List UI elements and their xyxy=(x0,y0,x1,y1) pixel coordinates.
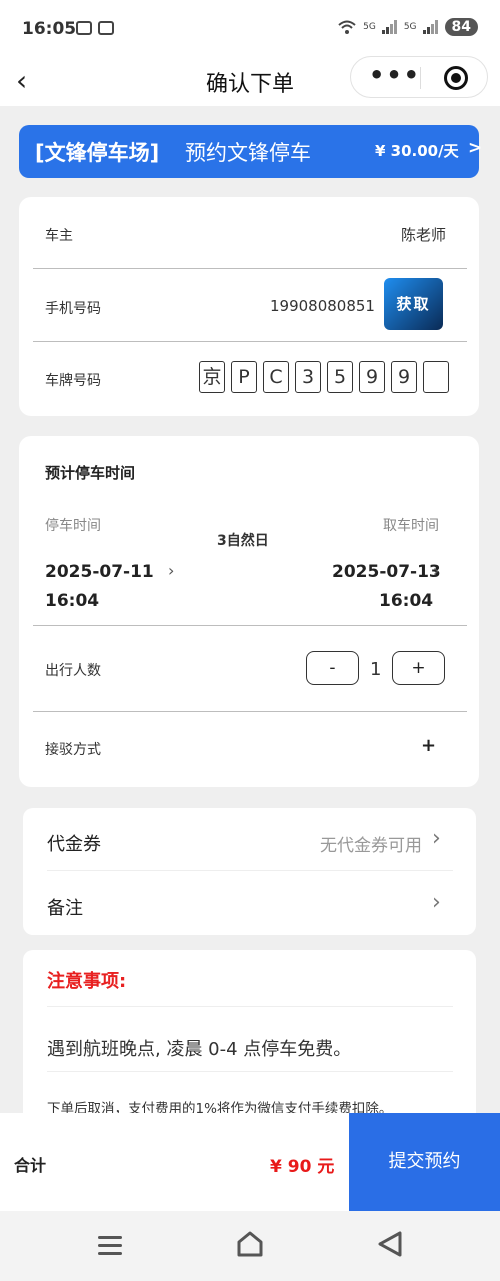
submit-reservation-button[interactable]: 提交预约 xyxy=(349,1113,500,1211)
pickup-date: 2025-07-13 xyxy=(332,562,441,582)
status-right: 5G 5G 84 xyxy=(337,18,478,36)
signal-2-icon xyxy=(422,20,438,34)
notice-line-1: 遇到航班晚点, 凌晨 0-4 点停车免费。 xyxy=(47,1039,352,1060)
travelers-count: 1 xyxy=(370,659,382,680)
back-triangle-icon[interactable] xyxy=(375,1229,405,1259)
chevron-right-icon: › xyxy=(433,561,440,580)
nav-bar: ‹ 确认下单 ••• xyxy=(0,56,500,106)
banner-price: ¥ 30.00/天 xyxy=(375,142,459,160)
add-transfer-icon[interactable]: + xyxy=(421,735,436,756)
total-label: 合计 xyxy=(14,1156,47,1175)
plate-char[interactable]: 3 xyxy=(295,361,321,393)
more-dots-icon[interactable]: ••• xyxy=(369,61,421,89)
status-notification-icons xyxy=(76,21,114,35)
total-price: ¥ 90 元 xyxy=(270,1157,335,1177)
capsule-divider xyxy=(420,67,421,89)
park-time-label: 停车时间 xyxy=(45,518,101,534)
section-title: 预计停车时间 xyxy=(45,464,136,482)
owner-label: 车主 xyxy=(45,228,73,244)
plate-char[interactable]: 5 xyxy=(327,361,353,393)
park-date: 2025-07-11 xyxy=(45,562,154,582)
divider xyxy=(33,625,467,626)
checkout-bar: 合计 ¥ 90 元 提交预约 xyxy=(0,1113,500,1211)
divider xyxy=(47,870,453,871)
plate-char[interactable]: P xyxy=(231,361,257,393)
pickup-time-label: 取车时间 xyxy=(383,518,439,534)
travelers-label: 出行人数 xyxy=(45,663,101,679)
chevron-right-icon: › xyxy=(168,561,175,580)
banner-title: [文锋停车场] xyxy=(35,141,160,165)
parking-time-card xyxy=(19,436,479,787)
pickup-time: 16:04 xyxy=(379,591,434,611)
minus-button[interactable]: - xyxy=(306,651,359,685)
plate-char[interactable]: 9 xyxy=(359,361,385,393)
plate-char[interactable]: 9 xyxy=(391,361,417,393)
phone-value: 19908080851 xyxy=(270,297,375,315)
phone-label: 手机号码 xyxy=(45,301,101,317)
note-label: 备注 xyxy=(47,898,83,919)
screenshot-icon xyxy=(98,21,114,35)
home-icon[interactable] xyxy=(235,1229,265,1259)
status-time: 16:05 xyxy=(22,19,77,39)
coupon-value: 无代金券可用 xyxy=(320,836,422,856)
scan-icon xyxy=(76,21,92,35)
transfer-label: 接驳方式 xyxy=(45,742,101,758)
menu-icon[interactable] xyxy=(98,1236,122,1256)
wifi-icon xyxy=(338,20,356,34)
plate-char-empty[interactable] xyxy=(423,361,449,393)
banner-subtitle: 预约文锋停车 xyxy=(185,141,311,165)
battery-indicator: 84 xyxy=(444,18,478,36)
notice-title: 注意事项: xyxy=(47,971,127,992)
divider xyxy=(33,341,467,342)
plate-char[interactable]: 京 xyxy=(199,361,225,393)
divider xyxy=(33,711,467,712)
signal-1-label: 5G xyxy=(363,22,376,32)
divider xyxy=(47,1071,453,1072)
duration-label: 3自然日 xyxy=(217,533,269,549)
system-navigation-bar xyxy=(0,1211,500,1281)
divider xyxy=(33,268,467,269)
status-bar: 16:05 5G 5G 84 xyxy=(0,0,500,58)
plus-button[interactable]: + xyxy=(392,651,445,685)
get-phone-button[interactable]: 获取 xyxy=(384,278,443,330)
plate-label: 车牌号码 xyxy=(45,373,101,389)
park-time: 16:04 xyxy=(45,591,100,611)
plate-char[interactable]: C xyxy=(263,361,289,393)
options-card xyxy=(23,808,476,935)
chevron-right-icon: › xyxy=(432,890,441,915)
coupon-label: 代金券 xyxy=(47,834,101,855)
target-circle-icon[interactable] xyxy=(444,66,468,90)
divider xyxy=(47,1006,453,1007)
owner-value: 陈老师 xyxy=(401,226,447,244)
license-plate-input[interactable]: 京 P C 3 5 9 9 xyxy=(199,361,449,393)
chevron-right-icon: › xyxy=(432,826,441,851)
parking-lot-banner[interactable]: [文锋停车场] 预约文锋停车 ¥ 30.00/天 > xyxy=(19,125,483,178)
signal-2-label: 5G xyxy=(403,22,417,32)
mini-program-capsule: ••• xyxy=(350,56,488,98)
signal-1-icon xyxy=(381,20,397,34)
chevron-right-icon: > xyxy=(468,138,483,158)
